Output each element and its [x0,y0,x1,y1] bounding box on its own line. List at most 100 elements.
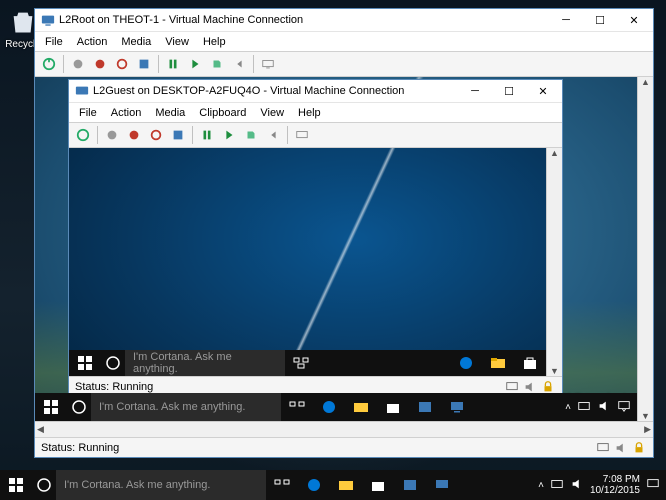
hyperv-manager-icon[interactable] [409,399,441,415]
hyperv-manager-icon[interactable] [394,477,426,493]
inner-maximize-button[interactable]: ☐ [492,81,526,101]
reset-button[interactable] [185,54,205,74]
pause-button[interactable] [163,54,183,74]
display-config-icon[interactable] [595,440,611,456]
outer-menu-action[interactable]: Action [71,34,114,50]
inner-menu-action[interactable]: Action [105,105,148,121]
inner-menu-media[interactable]: Media [149,105,191,121]
task-view-button[interactable] [266,477,298,493]
save-button[interactable] [134,54,154,74]
outer-minimize-button[interactable]: ─ [549,10,583,30]
shutdown-button[interactable] [146,125,166,145]
start-menu-button[interactable] [35,399,67,415]
inner-menu-view[interactable]: View [254,105,290,121]
task-view-button[interactable] [285,355,317,371]
file-explorer-icon[interactable] [330,477,362,493]
inner-menu-help[interactable]: Help [292,105,327,121]
vmconnect-icon [75,84,89,98]
vmconnect-taskbar-icon[interactable] [426,477,458,493]
speaker-icon[interactable] [613,440,629,456]
outer-status-value: Running [78,442,119,454]
outer-horizontal-scrollbar[interactable]: ◀▶ [35,421,653,437]
inner-guest-desktop[interactable]: I'm Cortana. Ask me anything. [69,148,546,376]
outer-close-button[interactable]: ✕ [617,10,651,30]
inner-vertical-scrollbar[interactable]: ▲▼ [546,148,562,376]
tray-chevron-icon[interactable]: ˄ [538,480,544,491]
task-view-button[interactable] [281,399,313,415]
cortana-search-box[interactable]: I'm Cortana. Ask me anything. [56,470,266,500]
ctrl-alt-del-button[interactable] [39,54,59,74]
outer-menu-view[interactable]: View [159,34,195,50]
cortana-placeholder: I'm Cortana. Ask me anything. [99,401,245,413]
outer-guest-desktop[interactable]: Windows 10 Enterprise Ir Evaluation copy… [35,77,637,421]
cortana-button[interactable] [101,355,125,371]
outer-menu-help[interactable]: Help [197,34,232,50]
outer-maximize-button[interactable]: ☐ [583,10,617,30]
cortana-search-box[interactable]: I'm Cortana. Ask me anything. [125,350,285,376]
start-menu-button[interactable] [69,355,101,371]
outer-status-label: Status: [41,442,75,454]
edge-icon[interactable] [313,399,345,415]
inner-menu-file[interactable]: File [73,105,103,121]
vmconnect-icon [41,13,55,27]
outer-content: Windows 10 Enterprise Ir Evaluation copy… [35,77,653,421]
ctrl-alt-del-button[interactable] [73,125,93,145]
inner-title-text: L2Guest on DESKTOP-A2FUQ4O - Virtual Mac… [93,85,404,97]
inner-status-value: Running [112,381,153,393]
inner-titlebar[interactable]: L2Guest on DESKTOP-A2FUQ4O - Virtual Mac… [69,80,562,102]
outer-vm-window: L2Root on THEOT-1 - Virtual Machine Conn… [34,8,654,458]
inner-menu-clipboard[interactable]: Clipboard [193,105,252,121]
cortana-search-box[interactable]: I'm Cortana. Ask me anything. [91,393,281,421]
action-center-icon[interactable] [646,477,660,494]
tray-date: 10/12/2015 [590,485,640,496]
store-icon[interactable] [377,399,409,415]
inner-minimize-button[interactable]: ─ [458,81,492,101]
cortana-button[interactable] [32,477,56,493]
checkpoint-button[interactable] [207,54,227,74]
volume-icon[interactable] [597,399,611,416]
outer-titlebar[interactable]: L2Root on THEOT-1 - Virtual Machine Conn… [35,9,653,31]
network-icon[interactable] [577,399,591,416]
outer-guest-tray[interactable]: ˄ [559,399,637,416]
inner-vm-window: L2Guest on DESKTOP-A2FUQ4O - Virtual Mac… [68,79,563,397]
volume-icon[interactable] [570,477,584,494]
vmconnect-taskbar-icon[interactable] [441,399,473,415]
edge-icon[interactable] [298,477,330,493]
pause-button[interactable] [197,125,217,145]
store-icon[interactable] [362,477,394,493]
start-button[interactable] [68,54,88,74]
edge-icon[interactable] [450,355,482,371]
outer-menu-file[interactable]: File [39,34,69,50]
enhanced-session-button[interactable] [258,54,278,74]
inner-content: I'm Cortana. Ask me anything. ▲▼ [69,148,562,376]
outer-vertical-scrollbar[interactable]: ▲▼ [637,77,653,421]
turnoff-button[interactable] [124,125,144,145]
action-center-icon[interactable] [617,399,631,416]
network-icon[interactable] [550,477,564,494]
outer-menu-media[interactable]: Media [115,34,157,50]
cortana-button[interactable] [67,399,91,415]
store-icon[interactable] [514,355,546,371]
tray-time: 7:08 PM [590,474,640,485]
host-tray[interactable]: ˄ 7:08 PM 10/12/2015 [532,474,666,496]
host-desktop: Recycle L2Root on THEOT-1 - Virtual Mach… [0,0,666,500]
file-explorer-icon[interactable] [345,399,377,415]
inner-menubar: File Action Media Clipboard View Help [69,102,562,122]
revert-button[interactable] [229,54,249,74]
inner-close-button[interactable]: ✕ [526,81,560,101]
outer-menubar: File Action Media View Help [35,31,653,51]
reset-button[interactable] [219,125,239,145]
start-menu-button[interactable] [0,477,32,493]
tray-chevron-icon[interactable]: ˄ [565,402,571,413]
shutdown-button[interactable] [112,54,132,74]
outer-toolbar [35,51,653,77]
file-explorer-icon[interactable] [482,355,514,371]
enhanced-session-button[interactable] [292,125,312,145]
save-button[interactable] [168,125,188,145]
turnoff-button[interactable] [90,54,110,74]
revert-button[interactable] [263,125,283,145]
start-button[interactable] [102,125,122,145]
tray-clock[interactable]: 7:08 PM 10/12/2015 [590,474,640,496]
checkpoint-button[interactable] [241,125,261,145]
inner-guest-taskbar: I'm Cortana. Ask me anything. [69,350,546,376]
